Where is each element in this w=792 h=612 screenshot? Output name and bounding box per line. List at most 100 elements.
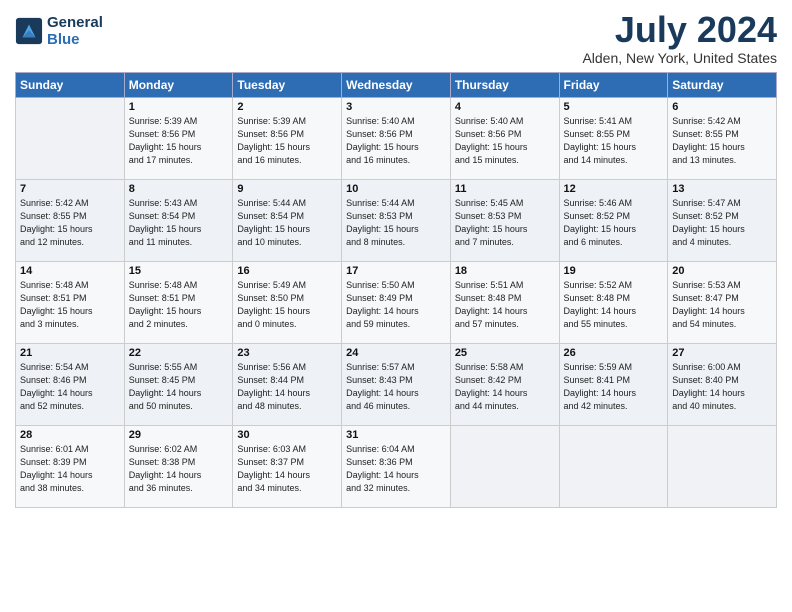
calendar-cell: 30 Sunrise: 6:03 AM Sunset: 8:37 PM Dayli… — [233, 425, 342, 507]
calendar-cell: 28Sunrise: 6:01 AM Sunset: 8:39 PM Dayli… — [16, 425, 125, 507]
day-number: 5 — [564, 101, 664, 113]
day-info: Sunrise: 5:41 AM Sunset: 8:55 PM Dayligh… — [564, 115, 664, 167]
day-number: 21 — [20, 347, 120, 359]
weekday-header-sunday: Sunday — [16, 72, 125, 97]
day-info: Sunrise: 6:02 AM Sunset: 8:38 PM Dayligh… — [129, 443, 229, 495]
calendar-cell: 31Sunrise: 6:04 AM Sunset: 8:36 PM Dayli… — [342, 425, 451, 507]
calendar-table: SundayMondayTuesdayWednesdayThursdayFrid… — [15, 72, 777, 508]
day-number: 16 — [237, 265, 337, 277]
day-info: Sunrise: 5:39 AM Sunset: 8:56 PM Dayligh… — [237, 115, 337, 167]
weekday-header-tuesday: Tuesday — [233, 72, 342, 97]
calendar-cell: 27 Sunrise: 6:00 AM Sunset: 8:40 PM Dayli… — [668, 343, 777, 425]
calendar-cell: 21Sunrise: 5:54 AM Sunset: 8:46 PM Dayli… — [16, 343, 125, 425]
logo-icon — [15, 17, 43, 45]
day-info: Sunrise: 5:48 AM Sunset: 8:51 PM Dayligh… — [20, 279, 120, 331]
day-number: 2 — [237, 101, 337, 113]
calendar-cell: 2 Sunrise: 5:39 AM Sunset: 8:56 PM Daylig… — [233, 97, 342, 179]
calendar-cell: 10 Sunrise: 5:44 AM Sunset: 8:53 PM Dayli… — [342, 179, 451, 261]
calendar-cell: 29Sunrise: 6:02 AM Sunset: 8:38 PM Dayli… — [124, 425, 233, 507]
day-number: 12 — [564, 183, 664, 195]
day-info: Sunrise: 5:58 AM Sunset: 8:42 PM Dayligh… — [455, 361, 555, 413]
day-info: Sunrise: 5:40 AM Sunset: 8:56 PM Dayligh… — [455, 115, 555, 167]
day-number: 7 — [20, 183, 120, 195]
calendar-cell: 9Sunrise: 5:44 AM Sunset: 8:54 PM Daylig… — [233, 179, 342, 261]
calendar-week-1: 1 Sunrise: 5:39 AM Sunset: 8:56 PM Daylig… — [16, 97, 777, 179]
location: Alden, New York, United States — [582, 50, 777, 66]
calendar-week-5: 28Sunrise: 6:01 AM Sunset: 8:39 PM Dayli… — [16, 425, 777, 507]
day-info: Sunrise: 5:44 AM Sunset: 8:53 PM Dayligh… — [346, 197, 446, 249]
day-info: Sunrise: 6:00 AM Sunset: 8:40 PM Dayligh… — [672, 361, 772, 413]
day-number: 24 — [346, 347, 446, 359]
calendar-cell: 17 Sunrise: 5:50 AM Sunset: 8:49 PM Dayli… — [342, 261, 451, 343]
calendar-cell: 23Sunrise: 5:56 AM Sunset: 8:44 PM Dayli… — [233, 343, 342, 425]
calendar-cell: 16 Sunrise: 5:49 AM Sunset: 8:50 PM Dayli… — [233, 261, 342, 343]
day-info: Sunrise: 5:56 AM Sunset: 8:44 PM Dayligh… — [237, 361, 337, 413]
weekday-row: SundayMondayTuesdayWednesdayThursdayFrid… — [16, 72, 777, 97]
day-number: 4 — [455, 101, 555, 113]
calendar-cell: 7 Sunrise: 5:42 AM Sunset: 8:55 PM Daylig… — [16, 179, 125, 261]
calendar-cell: 26Sunrise: 5:59 AM Sunset: 8:41 PM Dayli… — [559, 343, 668, 425]
day-info: Sunrise: 5:49 AM Sunset: 8:50 PM Dayligh… — [237, 279, 337, 331]
weekday-header-monday: Monday — [124, 72, 233, 97]
day-number: 6 — [672, 101, 772, 113]
day-info: Sunrise: 5:53 AM Sunset: 8:47 PM Dayligh… — [672, 279, 772, 331]
day-number: 13 — [672, 183, 772, 195]
weekday-header-friday: Friday — [559, 72, 668, 97]
logo: General Blue — [15, 14, 103, 48]
day-info: Sunrise: 6:01 AM Sunset: 8:39 PM Dayligh… — [20, 443, 120, 495]
day-info: Sunrise: 5:46 AM Sunset: 8:52 PM Dayligh… — [564, 197, 664, 249]
calendar-cell: 4 Sunrise: 5:40 AM Sunset: 8:56 PM Daylig… — [450, 97, 559, 179]
weekday-header-saturday: Saturday — [668, 72, 777, 97]
calendar-cell: 20Sunrise: 5:53 AM Sunset: 8:47 PM Dayli… — [668, 261, 777, 343]
day-number: 15 — [129, 265, 229, 277]
calendar-week-3: 14 Sunrise: 5:48 AM Sunset: 8:51 PM Dayli… — [16, 261, 777, 343]
day-info: Sunrise: 5:47 AM Sunset: 8:52 PM Dayligh… — [672, 197, 772, 249]
calendar-cell: 3Sunrise: 5:40 AM Sunset: 8:56 PM Daylig… — [342, 97, 451, 179]
day-info: Sunrise: 5:50 AM Sunset: 8:49 PM Dayligh… — [346, 279, 446, 331]
day-number: 19 — [564, 265, 664, 277]
day-number: 9 — [237, 183, 337, 195]
day-number: 25 — [455, 347, 555, 359]
calendar-cell: 18Sunrise: 5:51 AM Sunset: 8:48 PM Dayli… — [450, 261, 559, 343]
calendar-cell: 22Sunrise: 5:55 AM Sunset: 8:45 PM Dayli… — [124, 343, 233, 425]
day-number: 30 — [237, 429, 337, 441]
day-info: Sunrise: 5:45 AM Sunset: 8:53 PM Dayligh… — [455, 197, 555, 249]
calendar-cell: 14 Sunrise: 5:48 AM Sunset: 8:51 PM Dayli… — [16, 261, 125, 343]
day-number: 31 — [346, 429, 446, 441]
title-block: July 2024 Alden, New York, United States — [582, 10, 777, 66]
day-number: 11 — [455, 183, 555, 195]
header: General Blue July 2024 Alden, New York, … — [15, 10, 777, 66]
day-info: Sunrise: 5:48 AM Sunset: 8:51 PM Dayligh… — [129, 279, 229, 331]
calendar-week-2: 7 Sunrise: 5:42 AM Sunset: 8:55 PM Daylig… — [16, 179, 777, 261]
day-number: 10 — [346, 183, 446, 195]
calendar-cell — [450, 425, 559, 507]
calendar-cell: 19 Sunrise: 5:52 AM Sunset: 8:48 PM Dayli… — [559, 261, 668, 343]
day-number: 26 — [564, 347, 664, 359]
day-info: Sunrise: 5:40 AM Sunset: 8:56 PM Dayligh… — [346, 115, 446, 167]
day-info: Sunrise: 5:42 AM Sunset: 8:55 PM Dayligh… — [672, 115, 772, 167]
calendar-cell: 6 Sunrise: 5:42 AM Sunset: 8:55 PM Daylig… — [668, 97, 777, 179]
day-info: Sunrise: 5:39 AM Sunset: 8:56 PM Dayligh… — [129, 115, 229, 167]
calendar-cell: 24Sunrise: 5:57 AM Sunset: 8:43 PM Dayli… — [342, 343, 451, 425]
calendar-cell: 12 Sunrise: 5:46 AM Sunset: 8:52 PM Dayli… — [559, 179, 668, 261]
day-number: 27 — [672, 347, 772, 359]
day-number: 17 — [346, 265, 446, 277]
day-info: Sunrise: 5:51 AM Sunset: 8:48 PM Dayligh… — [455, 279, 555, 331]
day-info: Sunrise: 5:42 AM Sunset: 8:55 PM Dayligh… — [20, 197, 120, 249]
calendar-cell: 15 Sunrise: 5:48 AM Sunset: 8:51 PM Dayli… — [124, 261, 233, 343]
calendar-cell — [559, 425, 668, 507]
calendar-cell: 8 Sunrise: 5:43 AM Sunset: 8:54 PM Daylig… — [124, 179, 233, 261]
day-number: 14 — [20, 265, 120, 277]
calendar-cell — [668, 425, 777, 507]
calendar-cell — [16, 97, 125, 179]
weekday-header-thursday: Thursday — [450, 72, 559, 97]
calendar-cell: 25 Sunrise: 5:58 AM Sunset: 8:42 PM Dayli… — [450, 343, 559, 425]
day-info: Sunrise: 6:03 AM Sunset: 8:37 PM Dayligh… — [237, 443, 337, 495]
calendar-week-4: 21Sunrise: 5:54 AM Sunset: 8:46 PM Dayli… — [16, 343, 777, 425]
logo-text: General Blue — [47, 14, 103, 48]
day-info: Sunrise: 5:52 AM Sunset: 8:48 PM Dayligh… — [564, 279, 664, 331]
day-number: 8 — [129, 183, 229, 195]
day-info: Sunrise: 5:43 AM Sunset: 8:54 PM Dayligh… — [129, 197, 229, 249]
calendar-cell: 5 Sunrise: 5:41 AM Sunset: 8:55 PM Daylig… — [559, 97, 668, 179]
day-number: 1 — [129, 101, 229, 113]
